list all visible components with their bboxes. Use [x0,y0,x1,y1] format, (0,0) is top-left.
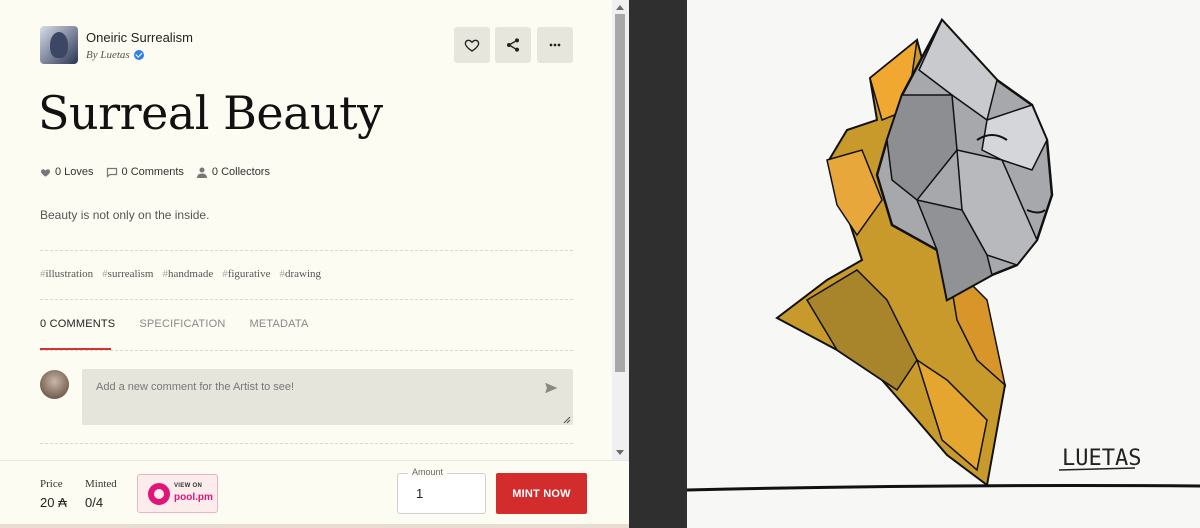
artist-byline[interactable]: By Luetas [86,49,130,61]
collection-header[interactable]: Oneiric Surrealism By Luetas [40,26,193,64]
view-on-pool-button[interactable]: VIEW ON pool.pm [137,474,218,513]
share-button[interactable] [495,27,531,63]
scroll-down-icon[interactable] [616,450,624,455]
amount-input[interactable] [397,473,486,514]
tab-comments[interactable]: 0 COMMENTS [40,318,115,330]
favorite-button[interactable] [454,27,490,63]
tag-item[interactable]: #surrealism [102,268,153,280]
collection-name[interactable]: Oneiric Surrealism [86,30,193,45]
verified-icon [133,49,144,60]
loves-stat[interactable]: 0 Loves [40,166,94,178]
divider [40,350,573,351]
collection-text: Oneiric Surrealism By Luetas [86,30,193,61]
comment-input[interactable] [82,369,573,425]
artwork-stats: 0 Loves 0 Comments 0 Collectors [40,166,282,178]
pool-view-label: VIEW ON [174,483,203,489]
divider [40,250,573,251]
detail-tabs: 0 COMMENTS SPECIFICATION METADATA [40,318,333,330]
collection-avatar[interactable] [40,26,78,64]
collectors-count: 0 Collectors [211,166,270,178]
more-horizontal-icon [549,43,561,47]
tag-list: #illustration #surrealism #handmade #fig… [40,268,330,280]
tag-item[interactable]: #illustration [40,268,93,280]
artwork-image[interactable]: LUETAS [687,0,1200,528]
bottom-edge [0,524,629,528]
mint-now-button[interactable]: MINT NOW [496,473,587,514]
tag-item[interactable]: #drawing [279,268,321,280]
scrollbar-thumb[interactable] [615,14,625,372]
person-icon [196,167,207,178]
pool-pm-logo-icon [148,483,170,505]
comments-stat[interactable]: 0 Comments [106,166,184,178]
price-value: 20 ₳ [40,495,67,510]
artwork-drawing: LUETAS [687,0,1200,528]
tab-metadata[interactable]: METADATA [249,318,308,330]
heart-icon [464,39,480,52]
pool-name-label: pool.pm [174,492,213,503]
artwork-description: Beauty is not only on the inside. [40,208,210,222]
share-icon [507,38,519,52]
scrollbar[interactable] [612,0,629,460]
divider [40,443,573,444]
tag-item[interactable]: #handmade [163,268,214,280]
comment-icon [106,167,117,178]
artwork-title: Surreal Beauty [38,86,383,140]
resize-grip-icon[interactable] [563,416,571,424]
price-label: Price [40,478,63,490]
panel-separator [629,0,687,528]
collection-artist[interactable]: By Luetas [86,49,193,61]
scroll-up-icon[interactable] [616,5,624,10]
send-icon[interactable] [544,381,558,395]
tag-item[interactable]: #figurative [222,268,270,280]
collectors-stat[interactable]: 0 Collectors [196,166,270,178]
heart-icon [40,168,51,177]
user-avatar[interactable] [40,370,69,399]
detail-panel: Oneiric Surrealism By Luetas Surreal Bea… [0,0,612,460]
artist-signature: LUETAS [1062,446,1141,471]
minted-value: 0/4 [85,495,104,510]
minted-label: Minted [85,478,117,490]
loves-count: 0 Loves [55,166,94,178]
divider [40,299,573,300]
comments-count: 0 Comments [121,166,184,178]
more-options-button[interactable] [537,27,573,63]
amount-label: Amount [408,467,448,477]
tab-specification[interactable]: SPECIFICATION [139,318,225,330]
